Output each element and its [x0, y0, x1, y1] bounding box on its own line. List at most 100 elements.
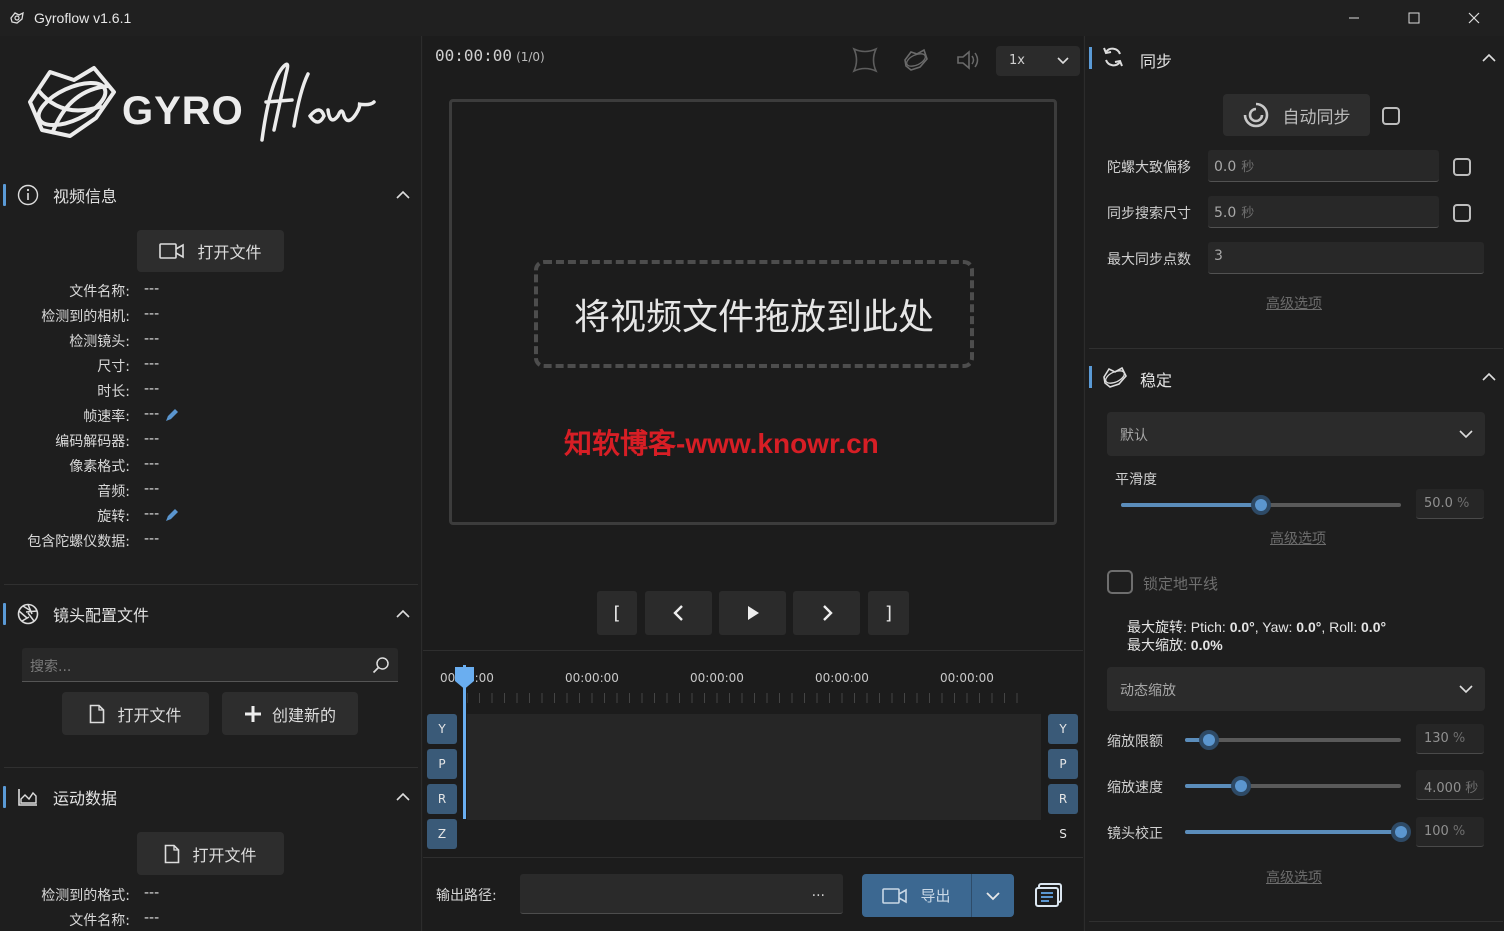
timeline-track[interactable] — [467, 714, 1041, 820]
previous-frame-button[interactable] — [645, 591, 712, 635]
zoom-speed-value-box[interactable]: 4.000 秒 — [1416, 770, 1484, 800]
video-preview-area[interactable]: 将视频文件拖放到此处 知软博客-www.knowr.cn — [449, 99, 1057, 525]
info-label: 文件名称: — [69, 913, 130, 929]
chevron-up-icon[interactable] — [395, 789, 411, 805]
section-divider — [1089, 348, 1503, 349]
rough-offset-checkbox[interactable] — [1453, 158, 1471, 176]
open-lens-file-button[interactable]: 打开文件 — [62, 692, 209, 735]
stabilization-method-select[interactable]: 默认 — [1107, 412, 1485, 456]
playback-speed-select[interactable]: 1x — [996, 46, 1080, 76]
maximize-button[interactable] — [1384, 0, 1444, 36]
browse-dots[interactable]: ... — [812, 884, 825, 900]
rough-offset-input[interactable]: 0.0 秒 — [1208, 150, 1439, 182]
export-dropdown-button[interactable] — [972, 874, 1014, 917]
section-stabilization-header[interactable]: 稳定 — [1085, 355, 1504, 399]
smoothness-value-box[interactable]: 50.0% — [1416, 489, 1484, 519]
section-motion-data-header[interactable]: 运动数据 — [0, 772, 421, 822]
info-label: 旋转: — [97, 509, 130, 525]
render-queue-icon[interactable] — [1034, 882, 1064, 908]
info-row: 检测镜头: --- — [0, 331, 420, 356]
smoothness-slider[interactable] — [1121, 495, 1401, 515]
lock-horizon-label: 锁定地平线 — [1143, 575, 1219, 593]
sync-search-size-input[interactable]: 5.0 秒 — [1208, 196, 1439, 228]
refresh-icon — [1103, 47, 1123, 67]
lens-search-input[interactable]: 搜索... — [22, 648, 398, 682]
max-sync-points-label: 最大同步点数 — [1107, 252, 1191, 268]
zoom-speed-slider[interactable] — [1185, 776, 1401, 796]
export-button[interactable]: 导出 — [862, 874, 972, 917]
auto-sync-checkbox[interactable] — [1382, 107, 1400, 125]
auto-sync-button[interactable]: 自动同步 — [1223, 94, 1370, 136]
axis-toggle-right-r[interactable]: R — [1048, 784, 1078, 814]
info-row: 像素格式: --- — [0, 456, 420, 481]
lens-correction-slider[interactable] — [1185, 822, 1411, 842]
sync-advanced-link[interactable]: 高级选项 — [1266, 293, 1322, 313]
play-button[interactable] — [719, 591, 786, 635]
unit-percent: % — [1452, 731, 1466, 746]
minimize-button[interactable] — [1324, 0, 1384, 36]
output-path-input[interactable]: ... — [520, 874, 843, 914]
slider-handle[interactable] — [1198, 730, 1219, 750]
chevron-up-icon[interactable] — [1481, 369, 1497, 385]
axis-label: P — [438, 757, 446, 771]
create-new-lens-button[interactable]: 创建新的 — [222, 692, 358, 735]
mark-out-label: ] — [884, 602, 893, 624]
section-lens-profile-header[interactable]: 镜头配置文件 — [0, 589, 421, 639]
playhead-handle[interactable] — [453, 665, 476, 691]
info-label: 尺寸: — [97, 359, 130, 375]
max-zoom-stat: 最大缩放: 0.0% — [1127, 635, 1223, 655]
slider-handle[interactable] — [1231, 776, 1252, 796]
info-value: --- — [144, 281, 160, 297]
stabilization-advanced-link[interactable]: 高级选项 — [1270, 528, 1326, 548]
zoom-limit-value-box[interactable]: 130% — [1416, 724, 1484, 754]
chevron-up-icon[interactable] — [395, 606, 411, 622]
file-icon — [90, 704, 105, 723]
timeline[interactable]: 00:00:00 00:00:00 00:00:00 00:00:00 00:0… — [423, 650, 1083, 860]
stabilization-toggle-icon[interactable] — [902, 46, 930, 74]
stabilization-method-value: 默认 — [1120, 428, 1148, 444]
title-bar: Gyroflow v1.6.1 — [0, 0, 1504, 36]
axis-toggle-left-p[interactable]: P — [427, 749, 457, 779]
next-frame-button[interactable] — [793, 591, 860, 635]
pitch-value: 0.0° — [1229, 619, 1255, 635]
axis-toggle-left-r[interactable]: R — [427, 784, 457, 814]
axis-toggle-left-z[interactable]: Z — [427, 819, 457, 849]
axis-toggle-left-y[interactable]: Y — [427, 714, 457, 744]
axis-toggle-right-y[interactable]: Y — [1048, 714, 1078, 744]
mark-out-button[interactable]: ] — [868, 591, 909, 635]
crop-overlay-icon[interactable] — [851, 46, 879, 74]
volume-icon[interactable] — [954, 46, 982, 74]
slider-handle[interactable] — [1251, 495, 1271, 515]
axis-toggle-right-p[interactable]: P — [1048, 749, 1078, 779]
chevron-up-icon[interactable] — [395, 187, 411, 203]
max-sync-points-input[interactable]: 3 — [1208, 242, 1484, 274]
timeline-tick-label: 00:00:00 — [815, 671, 869, 685]
open-video-button[interactable]: 打开文件 — [137, 230, 284, 272]
lens-correction-value-box[interactable]: 100% — [1416, 817, 1484, 847]
pencil-edit-icon[interactable] — [164, 507, 180, 523]
info-row: 检测到的格式: --- — [0, 885, 420, 910]
center-panel: 00:00:00 (1/0) 1x 将视频文件拖放到此处 知软博客-www.kno… — [423, 36, 1083, 931]
slider-fill — [1185, 830, 1401, 834]
mark-in-button[interactable]: [ — [597, 591, 637, 635]
drop-zone[interactable]: 将视频文件拖放到此处 — [534, 260, 974, 368]
slider-handle[interactable] — [1391, 822, 1411, 842]
section-sync-header[interactable]: 同步 — [1085, 36, 1504, 80]
zoom-advanced-link[interactable]: 高级选项 — [1266, 867, 1322, 887]
pencil-edit-icon[interactable] — [164, 407, 180, 423]
section-video-info-header[interactable]: 视频信息 — [0, 170, 421, 220]
zoom-mode-select[interactable]: 动态缩放 — [1107, 667, 1485, 711]
open-motion-file-button[interactable]: 打开文件 — [137, 832, 284, 875]
sync-search-size-checkbox[interactable] — [1453, 204, 1471, 222]
gyroflow-app-icon — [9, 10, 25, 26]
zoom-speed-value: 4.000 — [1424, 781, 1462, 796]
axis-toggle-right-s[interactable]: S — [1048, 819, 1078, 849]
lock-horizon-checkbox[interactable] — [1107, 570, 1133, 594]
chevron-up-icon[interactable] — [1481, 50, 1497, 66]
chevron-right-icon — [822, 605, 833, 621]
close-button[interactable] — [1444, 0, 1504, 36]
unit-percent: % — [1456, 496, 1470, 511]
gyroflow-logo: GYRO — [22, 60, 397, 156]
info-value: --- — [144, 356, 160, 372]
zoom-limit-slider[interactable] — [1185, 730, 1401, 750]
